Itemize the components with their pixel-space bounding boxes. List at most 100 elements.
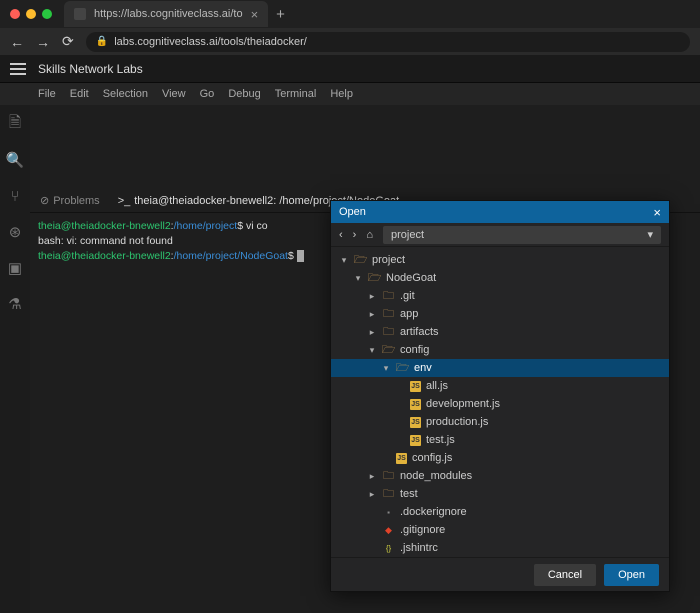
close-tab-icon[interactable]: × (251, 7, 259, 22)
tree-row[interactable]: .jshintrc (331, 539, 669, 557)
tree-label: config.js (412, 452, 452, 464)
tree-row[interactable]: .dockerignore (331, 503, 669, 521)
tree-row[interactable]: ▾env (331, 359, 669, 377)
menu-help[interactable]: Help (330, 88, 353, 100)
txt-icon (382, 506, 395, 519)
menu-bar: File Edit Selection View Go Debug Terminal Help (0, 83, 700, 105)
address-bar: ← → ⟳ 🔒 labs.cognitiveclass.ai/tools/the… (0, 28, 700, 55)
twistie-icon[interactable]: ▾ (353, 273, 363, 284)
maximize-window-icon[interactable] (42, 9, 52, 19)
twistie-icon[interactable]: ▾ (367, 345, 377, 356)
app-title: Skills Network Labs (38, 62, 143, 76)
close-window-icon[interactable] (10, 9, 20, 19)
tree-row[interactable]: ▸ .git (331, 287, 669, 305)
tree-label: production.js (426, 416, 488, 428)
browser-tab[interactable]: https://labs.cognitiveclass.ai/to × (64, 1, 268, 27)
favicon-icon (74, 8, 86, 20)
search-icon[interactable]: 🔍 (6, 151, 24, 169)
tree-row[interactable]: ▸ app (331, 305, 669, 323)
tree-row[interactable]: ▸test (331, 485, 669, 503)
hamburger-menu-icon[interactable] (10, 63, 26, 75)
menu-file[interactable]: File (38, 88, 56, 100)
activity-bar: 🗎 🔍 ⑂ ⊛ ▣ ⚗ (0, 105, 30, 613)
twistie-icon[interactable]: ▸ (367, 291, 377, 302)
url-input[interactable]: 🔒 labs.cognitiveclass.ai/tools/theiadock… (86, 32, 690, 52)
tree-row[interactable]: config.js (331, 449, 669, 467)
problems-icon: ⊘ (40, 195, 49, 207)
dialog-title: Open (339, 206, 366, 218)
twistie-icon[interactable]: ▾ (381, 363, 391, 374)
tree-label: test.js (426, 434, 455, 446)
nav-forward-icon[interactable]: › (353, 229, 357, 241)
folder-icon (382, 326, 395, 339)
chevron-down-icon: ▾ (647, 228, 653, 241)
tree-row[interactable]: all.js (331, 377, 669, 395)
menu-go[interactable]: Go (200, 88, 215, 100)
minimize-window-icon[interactable] (26, 9, 36, 19)
source-control-icon[interactable]: ⑂ (6, 187, 24, 205)
explorer-icon[interactable]: 🗎 (6, 115, 24, 133)
menu-debug[interactable]: Debug (228, 88, 260, 100)
dialog-path-bar: ‹ › ⌂ project ▾ (331, 223, 669, 247)
tree-row[interactable]: test.js (331, 431, 669, 449)
dialog-buttons: Cancel Open (331, 557, 669, 591)
tree-label: .gitignore (400, 524, 445, 536)
tree-row[interactable]: ▾ NodeGoat (331, 269, 669, 287)
tree-row[interactable]: development.js (331, 395, 669, 413)
folder-open-icon (354, 254, 367, 267)
beaker-icon[interactable]: ⚗ (6, 295, 24, 313)
twistie-icon[interactable]: ▾ (339, 255, 349, 266)
twistie-icon[interactable]: ▸ (367, 309, 377, 320)
menu-terminal[interactable]: Terminal (275, 88, 317, 100)
new-tab-button[interactable]: + (276, 6, 285, 23)
dialog-titlebar: Open × (331, 201, 669, 223)
tree-label: NodeGoat (386, 272, 436, 284)
debug-icon[interactable]: ⊛ (6, 223, 24, 241)
folder-open-icon (382, 344, 395, 357)
reload-button[interactable]: ⟳ (62, 33, 74, 50)
twistie-icon[interactable]: ▸ (367, 489, 377, 500)
path-crumb[interactable]: project ▾ (383, 226, 661, 244)
nav-back-icon[interactable]: ‹ (339, 229, 343, 241)
tree-label: .jshintrc (400, 542, 438, 554)
tree-row[interactable]: ▾ config (331, 341, 669, 359)
lock-icon: 🔒 (96, 36, 108, 47)
terminal-icon: >_ (118, 195, 131, 207)
tree-label: .git (400, 290, 415, 302)
folder-icon (382, 290, 395, 303)
folder-icon (382, 308, 395, 321)
terminal-cursor (297, 250, 304, 262)
twistie-icon[interactable]: ▸ (367, 327, 377, 338)
menu-edit[interactable]: Edit (70, 88, 89, 100)
tree-label: node_modules (400, 470, 472, 482)
forward-button[interactable]: → (36, 34, 50, 50)
twistie-icon[interactable]: ▸ (367, 471, 377, 482)
js-icon (410, 435, 421, 446)
menu-selection[interactable]: Selection (103, 88, 148, 100)
tree-label: app (400, 308, 418, 320)
tree-row[interactable]: .gitignore (331, 521, 669, 539)
tree-label: .dockerignore (400, 506, 467, 518)
back-button[interactable]: ← (10, 34, 24, 50)
js-icon (410, 399, 421, 410)
problems-tab[interactable]: ⊘Problems (40, 194, 100, 207)
open-button[interactable]: Open (604, 564, 659, 586)
menu-view[interactable]: View (162, 88, 186, 100)
close-dialog-icon[interactable]: × (653, 205, 661, 220)
window-controls[interactable] (10, 9, 52, 19)
tree-label: all.js (426, 380, 448, 392)
extensions-icon[interactable]: ▣ (6, 259, 24, 277)
file-tree[interactable]: ▾project▾NodeGoat▸.git▸app▸artifacts▾con… (331, 247, 669, 557)
json-icon (382, 542, 395, 555)
folder-icon (382, 470, 395, 483)
tree-label: development.js (426, 398, 500, 410)
folder-open-icon (396, 362, 409, 375)
cancel-button[interactable]: Cancel (534, 564, 596, 586)
tree-row[interactable]: ▸ node_modules (331, 467, 669, 485)
tree-row[interactable]: ▸artifacts (331, 323, 669, 341)
js-icon (410, 417, 421, 428)
tree-row[interactable]: ▾project (331, 251, 669, 269)
home-icon[interactable]: ⌂ (366, 229, 373, 241)
tree-row[interactable]: production.js (331, 413, 669, 431)
tree-label: config (400, 344, 429, 356)
